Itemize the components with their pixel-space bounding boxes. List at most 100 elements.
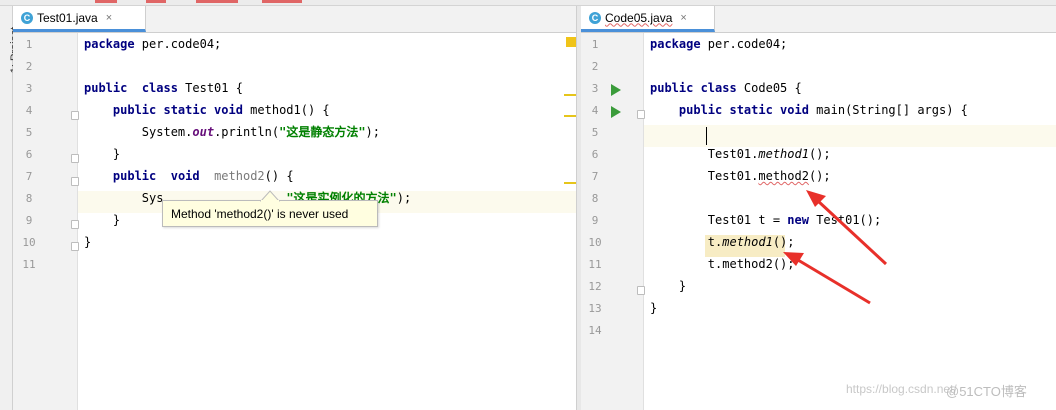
code-token: public [84,81,128,95]
code-token: t. [650,235,723,249]
c-class-icon: C [589,11,601,24]
red-mark [95,0,117,3]
c-class-icon: C [21,11,33,24]
fold-icon[interactable] [71,220,79,229]
code-token: } [84,235,92,249]
red-mark [262,0,302,3]
line-number: 11 [588,258,602,271]
tab-test01-java[interactable]: C Test01.java × [13,6,146,32]
line-number: 5 [25,126,33,139]
line-number: 10 [588,236,602,249]
line-number: 14 [588,324,602,337]
line-number: 6 [591,148,599,161]
code-line[interactable]: } [84,209,120,231]
line-number: 9 [591,214,599,227]
code-token: (); [808,169,831,183]
code-token: (); [772,235,795,249]
code-token: } [650,279,687,293]
code-line[interactable]: } [84,231,91,253]
code-token: method1 [722,235,773,249]
line-number: 2 [591,60,599,73]
code-line[interactable]: } [84,143,120,165]
line-number: 4 [591,104,599,117]
fold-icon[interactable] [71,242,79,251]
code-token: } [650,301,658,315]
right-code-area[interactable]: package per.code04; public class Code05 {… [650,33,1050,410]
code-token: method2 [214,169,265,183]
line-number: 1 [591,38,599,51]
code-line[interactable]: t.method2(); [650,253,795,275]
run-icon[interactable] [611,84,621,96]
code-token: public [112,169,157,183]
code-line[interactable]: Test01 t = new Test01(); [650,209,881,231]
code-line[interactable]: package per.code04; [84,33,221,55]
code-token: public static void [678,103,809,117]
run-icon[interactable] [611,106,621,118]
code-line[interactable]: System.out.println("这是静态方法"); [84,121,380,143]
code-line[interactable]: } [650,297,657,319]
fold-icon[interactable] [637,286,645,295]
line-number: 9 [25,214,33,227]
fold-icon[interactable] [71,111,79,120]
code-line[interactable]: public void method2() { [84,165,294,187]
line-number: 3 [25,82,33,95]
code-line[interactable]: public static void main(String[] args) { [650,99,968,121]
red-mark [196,0,238,3]
line-number: 8 [25,192,33,205]
code-token: class [141,81,178,95]
code-token: package [84,37,135,51]
code-token: } [84,147,121,161]
watermark-brand: @51CTO博客 [946,384,1027,399]
warning-indicator-icon[interactable] [566,37,576,47]
code-token: Test01(); [808,213,882,227]
code-token: .println( [214,125,280,139]
inspection-tooltip: Method 'method2()' is never used [162,200,378,227]
code-line[interactable]: package per.code04; [650,33,787,55]
fold-icon[interactable] [71,154,79,163]
tooltip-text: Method 'method2()' is never used [171,206,349,221]
text-caret [706,127,707,145]
code-line[interactable]: Test01.method2(); [650,165,831,187]
close-icon[interactable]: × [680,12,686,24]
line-number: 13 [588,302,602,315]
left-tab-bar: C Test01.java × [13,6,576,33]
code-token: Code05 { [736,81,802,95]
right-tab-bar: C Code05.java × [581,6,1056,33]
line-number: 7 [25,170,33,183]
code-token: t.method2(); [650,257,795,271]
code-line[interactable]: public class Test01 { [84,77,243,99]
code-token: new [787,213,809,227]
code-line[interactable]: public class Code05 { [650,77,802,99]
fold-icon[interactable] [71,177,79,186]
close-icon[interactable]: × [106,12,112,24]
code-token: Test01. [650,169,759,183]
code-line[interactable]: t.method1(); [650,231,795,253]
code-token: Sys [84,191,164,205]
code-token: Test01. [650,147,759,161]
code-token: "这是静态方法" [279,125,366,139]
tab-label: Test01.java [37,10,98,25]
fold-icon[interactable] [637,110,645,119]
code-token: Test01 t = [650,213,788,227]
code-token: main(String[] args) { [808,103,968,117]
code-token: method1 [758,147,809,161]
watermark-url: https://blog.csdn.net/ [846,382,957,396]
code-token: Test01 { [177,81,243,95]
code-token: ); [396,191,412,205]
line-number: 11 [22,258,36,271]
line-number: 1 [25,38,33,51]
code-line[interactable]: public static void method1() { [84,99,330,121]
code-line[interactable]: Test01.method1(); [650,143,831,165]
line-number: 6 [25,148,33,161]
tab-code05-java[interactable]: C Code05.java × [581,6,715,32]
code-token: System. [84,125,193,139]
line-number: 7 [591,170,599,183]
code-line[interactable]: } [650,275,686,297]
code-token: package [650,37,701,51]
line-number: 4 [25,104,33,117]
